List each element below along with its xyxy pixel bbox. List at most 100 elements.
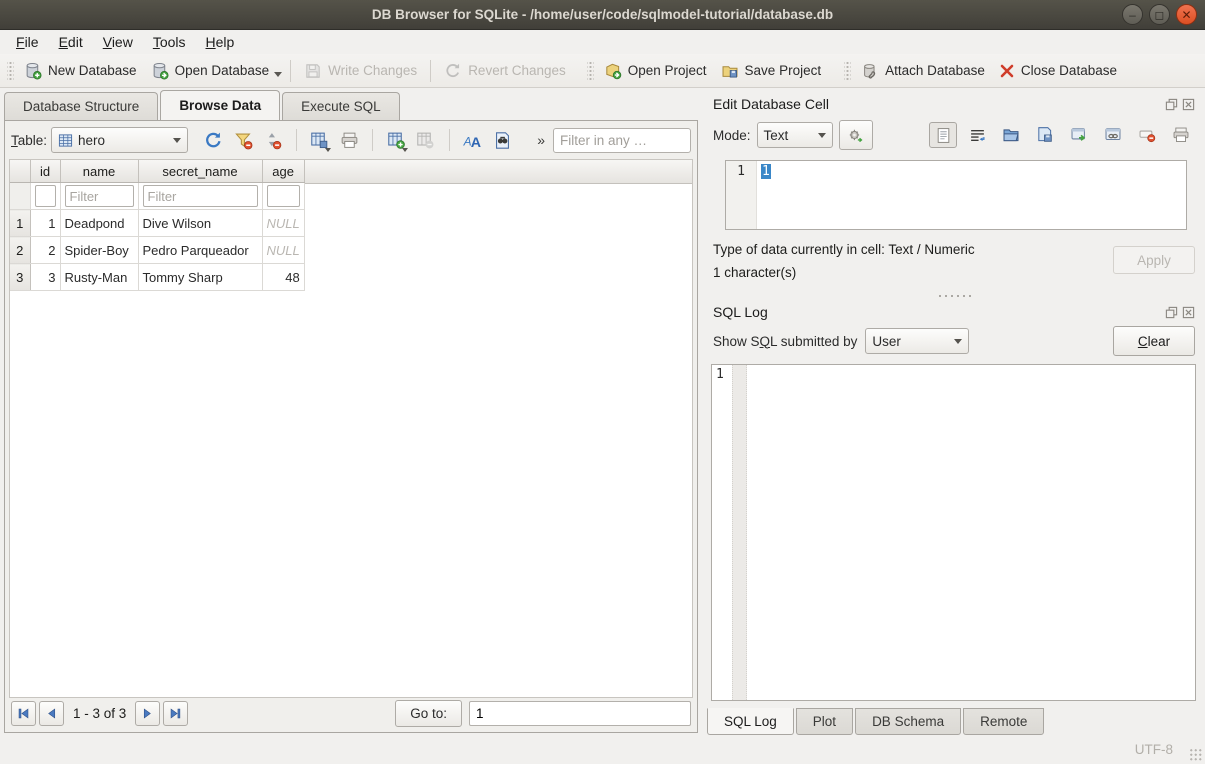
cell-secret-name[interactable]: Tommy Sharp: [138, 264, 262, 291]
tab-execute-sql[interactable]: Execute SQL: [282, 92, 400, 120]
open-in-external-button[interactable]: [1065, 122, 1093, 148]
print-cell-button[interactable]: [1167, 122, 1195, 148]
table-row: 3 3 Rusty-Man Tommy Sharp 48: [10, 264, 304, 291]
word-wrap-button[interactable]: [963, 122, 991, 148]
toolbar-overflow-chevron[interactable]: »: [533, 132, 549, 148]
row-header[interactable]: 1: [10, 210, 30, 237]
menu-file[interactable]: File: [6, 32, 49, 52]
mode-select[interactable]: Text: [757, 122, 833, 148]
dock-splitter-handle[interactable]: [703, 290, 1205, 302]
cell-secret-name[interactable]: Pedro Parqueador: [138, 237, 262, 264]
document-icon: [935, 127, 952, 144]
menu-tools[interactable]: Tools: [143, 32, 196, 52]
font-settings-button[interactable]: A A: [460, 127, 486, 153]
save-project-button[interactable]: Save Project: [714, 58, 829, 84]
submitted-by-select[interactable]: User: [865, 328, 969, 354]
column-header-age[interactable]: age: [262, 160, 304, 183]
filter-input-secret-name[interactable]: [143, 185, 258, 207]
close-button[interactable]: ✕: [1176, 4, 1197, 25]
cell-secret-name[interactable]: Dive Wilson: [138, 210, 262, 237]
import-cell-button[interactable]: [997, 122, 1025, 148]
column-header-id[interactable]: id: [30, 160, 60, 183]
cell-name[interactable]: Deadpond: [60, 210, 138, 237]
refresh-button[interactable]: [200, 127, 226, 153]
first-record-button[interactable]: [11, 701, 36, 726]
menu-edit[interactable]: Edit: [49, 32, 93, 52]
auto-switch-mode-button[interactable]: [839, 120, 873, 150]
dock-float-icon[interactable]: [1165, 306, 1178, 319]
tab-plot[interactable]: Plot: [796, 708, 853, 735]
tab-database-structure[interactable]: Database Structure: [4, 92, 158, 120]
close-database-button[interactable]: Close Database: [992, 59, 1124, 83]
cell-age[interactable]: NULL: [262, 210, 304, 237]
clear-log-button[interactable]: Clear: [1113, 326, 1195, 356]
column-header-secret-name[interactable]: secret_name: [138, 160, 262, 183]
goto-input[interactable]: [469, 701, 691, 726]
dock-float-icon[interactable]: [1165, 98, 1178, 111]
dock-close-icon[interactable]: [1182, 306, 1195, 319]
app-window: { "window": { "title": "DB Browser for S…: [0, 0, 1205, 764]
previous-record-button[interactable]: [39, 701, 64, 726]
filter-any-input[interactable]: [553, 128, 691, 153]
clear-filters-button[interactable]: [230, 127, 256, 153]
export-cell-button[interactable]: [1031, 122, 1059, 148]
insert-record-button[interactable]: [383, 127, 409, 153]
new-database-button[interactable]: New Database: [17, 58, 144, 84]
open-database-button[interactable]: Open Database: [144, 58, 277, 84]
write-changes-button[interactable]: Write Changes: [297, 58, 424, 84]
find-button[interactable]: [489, 127, 515, 153]
cell-name[interactable]: Spider-Boy: [60, 237, 138, 264]
cell-id[interactable]: 3: [30, 264, 60, 291]
dock-close-icon[interactable]: [1182, 98, 1195, 111]
sql-log-editor[interactable]: 1: [711, 364, 1196, 701]
tab-browse-data[interactable]: Browse Data: [160, 90, 280, 120]
cell-age[interactable]: 48: [262, 264, 304, 291]
clear-sort-button[interactable]: [260, 127, 286, 153]
cell-age[interactable]: NULL: [262, 237, 304, 264]
set-null-button[interactable]: [1133, 122, 1161, 148]
table-select[interactable]: hero: [51, 127, 188, 153]
save-page-icon: [1036, 126, 1054, 144]
revert-changes-button[interactable]: Revert Changes: [437, 58, 573, 84]
copy-link-button[interactable]: [1099, 122, 1127, 148]
filter-input-age[interactable]: [267, 185, 300, 207]
maximize-button[interactable]: ◻: [1149, 4, 1170, 25]
tab-sql-log[interactable]: SQL Log: [707, 708, 794, 735]
menu-view[interactable]: View: [93, 32, 143, 52]
resize-grip[interactable]: [1189, 748, 1202, 761]
cell-editor-content[interactable]: 1: [761, 164, 771, 179]
cell-id[interactable]: 2: [30, 237, 60, 264]
cell-editor-line-number: 1: [726, 161, 757, 229]
cell-id[interactable]: 1: [30, 210, 60, 237]
print-table-button[interactable]: [336, 127, 362, 153]
table-add-icon: [387, 131, 406, 150]
save-table-button[interactable]: [307, 127, 333, 153]
title-bar[interactable]: DB Browser for SQLite - /home/user/code/…: [0, 0, 1205, 30]
text-mode-button[interactable]: [929, 122, 957, 148]
attach-database-button[interactable]: Attach Database: [854, 58, 992, 84]
open-project-button[interactable]: Open Project: [597, 58, 714, 84]
row-header[interactable]: 2: [10, 237, 30, 264]
minimize-button[interactable]: –: [1122, 4, 1143, 25]
last-record-button[interactable]: [163, 701, 188, 726]
row-header[interactable]: 3: [10, 264, 30, 291]
tab-db-schema[interactable]: DB Schema: [855, 708, 961, 735]
toolbar-grip[interactable]: [7, 60, 14, 82]
cell-name[interactable]: Rusty-Man: [60, 264, 138, 291]
toolbar-grip[interactable]: [587, 60, 594, 82]
encoding-indicator[interactable]: UTF-8: [1135, 742, 1173, 757]
goto-button[interactable]: Go to:: [395, 700, 462, 727]
next-record-button[interactable]: [135, 701, 160, 726]
corner-header[interactable]: [10, 160, 30, 183]
toolbar-grip[interactable]: [844, 60, 851, 82]
chevron-down-icon: [954, 339, 962, 344]
delete-record-button[interactable]: [413, 127, 439, 153]
open-database-dropdown-caret[interactable]: [274, 72, 282, 77]
menu-help[interactable]: Help: [196, 32, 245, 52]
apply-button[interactable]: Apply: [1113, 246, 1195, 274]
column-header-name[interactable]: name: [60, 160, 138, 183]
tab-remote[interactable]: Remote: [963, 708, 1044, 735]
filter-input-name[interactable]: [65, 185, 134, 207]
filter-input-id[interactable]: [35, 185, 56, 207]
cell-editor[interactable]: 1 1: [725, 160, 1187, 230]
